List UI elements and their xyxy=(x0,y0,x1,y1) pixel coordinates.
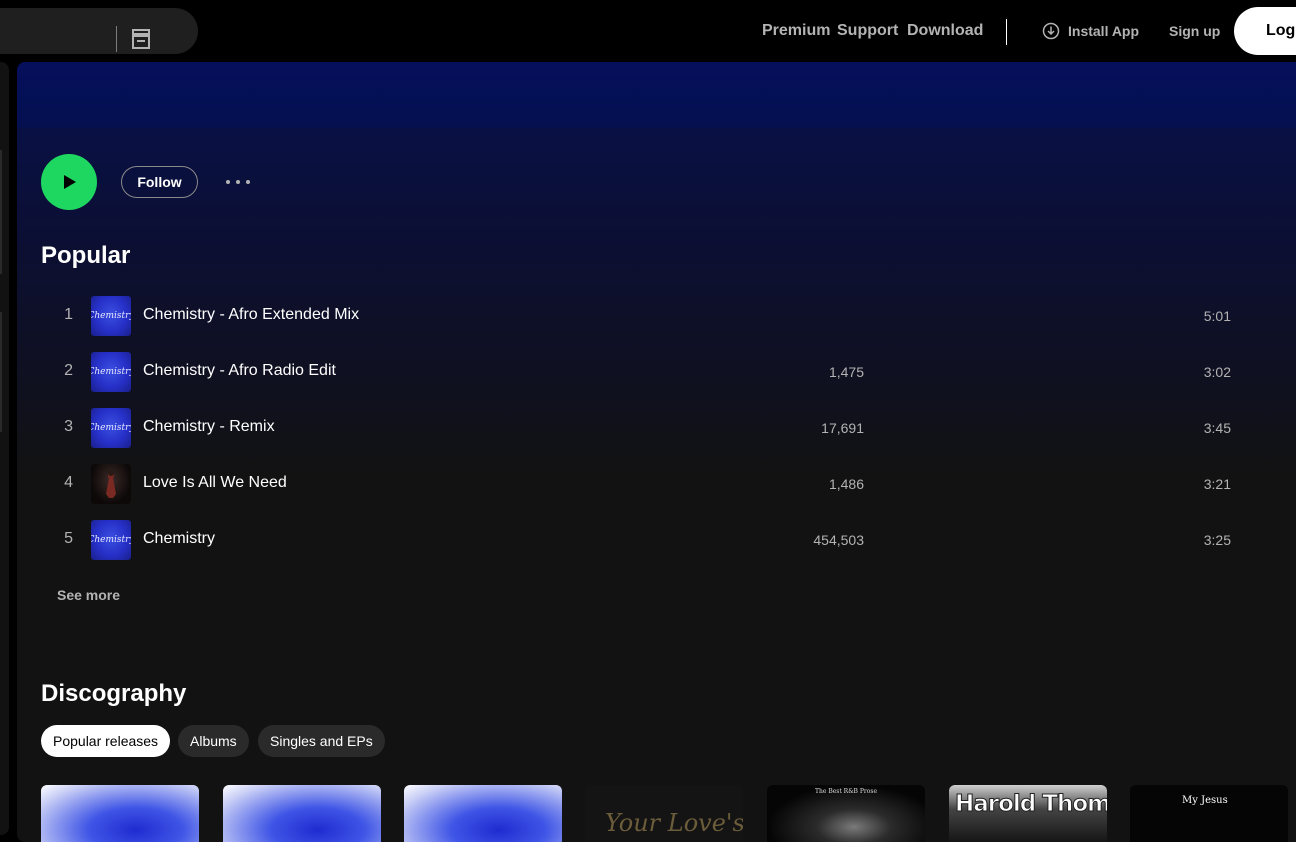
track-row[interactable]: 3 Chemistry Chemistry - Remix 17,691 3:4… xyxy=(41,400,1231,456)
download-circle-icon xyxy=(1042,22,1060,40)
cover-text: Chemistry xyxy=(91,535,131,545)
sidebar-divider xyxy=(0,312,2,432)
track-number: 5 xyxy=(64,530,73,547)
premium-link[interactable]: Premium xyxy=(762,22,830,40)
install-app-label: Install App xyxy=(1068,23,1140,39)
release-cover-text: Harold Thomas xyxy=(954,791,1107,818)
track-duration: 3:25 xyxy=(1203,532,1231,548)
track-plays: 1,486 xyxy=(828,476,864,492)
track-duration: 3:45 xyxy=(1203,420,1231,436)
release-card[interactable] xyxy=(404,785,562,842)
release-cover-text: Your Love's xyxy=(605,809,743,837)
track-number: 4 xyxy=(64,474,73,491)
top-bar: Premium Support Download Install App Sig… xyxy=(0,0,1296,62)
cover-text: Chemistry xyxy=(91,423,131,433)
track-cover xyxy=(91,464,131,504)
dot-icon xyxy=(246,180,250,184)
track-plays: 17,691 xyxy=(821,420,864,436)
track-row[interactable]: 1 Chemistry Chemistry - Afro Extended Mi… xyxy=(41,288,1231,344)
filter-popular-releases[interactable]: Popular releases xyxy=(41,725,171,757)
more-options-button[interactable] xyxy=(221,168,253,196)
track-number: 3 xyxy=(64,418,73,435)
track-cover: Chemistry xyxy=(91,296,131,336)
support-link[interactable]: Support xyxy=(837,22,898,40)
release-cover-text: The Best R&B Prose xyxy=(815,788,878,795)
release-card[interactable] xyxy=(223,785,381,842)
track-title[interactable]: Chemistry xyxy=(143,530,215,548)
download-link[interactable]: Download xyxy=(907,22,983,40)
sidebar xyxy=(0,62,9,835)
figure-silhouette xyxy=(106,470,116,498)
see-more-button[interactable]: See more xyxy=(57,587,120,603)
track-row[interactable]: 2 Chemistry Chemistry - Afro Radio Edit … xyxy=(41,344,1231,400)
browse-icon[interactable] xyxy=(129,27,153,51)
release-card[interactable]: My Jesus xyxy=(1130,785,1288,842)
follow-button[interactable]: Follow xyxy=(121,166,198,198)
signup-button[interactable]: Sign up xyxy=(1169,23,1220,39)
dot-icon xyxy=(236,180,240,184)
track-number: 2 xyxy=(64,362,73,379)
artist-page: Follow Popular 1 Chemistry Chemistry - A… xyxy=(17,62,1296,842)
track-title[interactable]: Chemistry - Afro Extended Mix xyxy=(143,306,359,324)
nav-divider xyxy=(1006,19,1007,45)
release-card[interactable]: Harold Thomas xyxy=(949,785,1107,842)
track-cover: Chemistry xyxy=(91,520,131,560)
dot-icon xyxy=(226,180,230,184)
track-title[interactable]: Love Is All We Need xyxy=(143,474,287,492)
popular-heading: Popular xyxy=(41,242,131,269)
sidebar-divider xyxy=(0,150,2,274)
release-cover-text: My Jesus xyxy=(1182,795,1228,806)
filter-singles-eps[interactable]: Singles and EPs xyxy=(258,725,385,757)
track-title[interactable]: Chemistry - Afro Radio Edit xyxy=(143,362,336,380)
track-cover: Chemistry xyxy=(91,408,131,448)
track-number: 1 xyxy=(64,306,73,323)
track-plays: 1,475 xyxy=(828,364,864,380)
release-card[interactable]: Your Love's xyxy=(585,785,743,842)
cover-text: Chemistry xyxy=(91,311,131,321)
install-app-button[interactable]: Install App xyxy=(1042,22,1139,40)
track-duration: 3:21 xyxy=(1203,476,1231,492)
play-icon xyxy=(64,175,76,189)
track-plays: 454,503 xyxy=(813,532,864,548)
search-box[interactable] xyxy=(0,8,198,54)
track-row[interactable]: 5 Chemistry Chemistry 454,503 3:25 xyxy=(41,512,1231,568)
track-row[interactable]: 4 Love Is All We Need 1,486 3:21 xyxy=(41,456,1231,512)
filter-albums[interactable]: Albums xyxy=(178,725,249,757)
track-duration: 5:01 xyxy=(1203,308,1231,324)
discography-heading: Discography xyxy=(41,680,187,707)
cover-text: Chemistry xyxy=(91,367,131,377)
release-card[interactable]: The Best R&B Prose xyxy=(767,785,925,842)
search-divider xyxy=(116,26,117,52)
login-button[interactable]: Log in xyxy=(1234,7,1296,55)
track-title[interactable]: Chemistry - Remix xyxy=(143,418,275,436)
play-button[interactable] xyxy=(41,154,97,210)
release-card[interactable] xyxy=(41,785,199,842)
track-cover: Chemistry xyxy=(91,352,131,392)
track-duration: 3:02 xyxy=(1203,364,1231,380)
